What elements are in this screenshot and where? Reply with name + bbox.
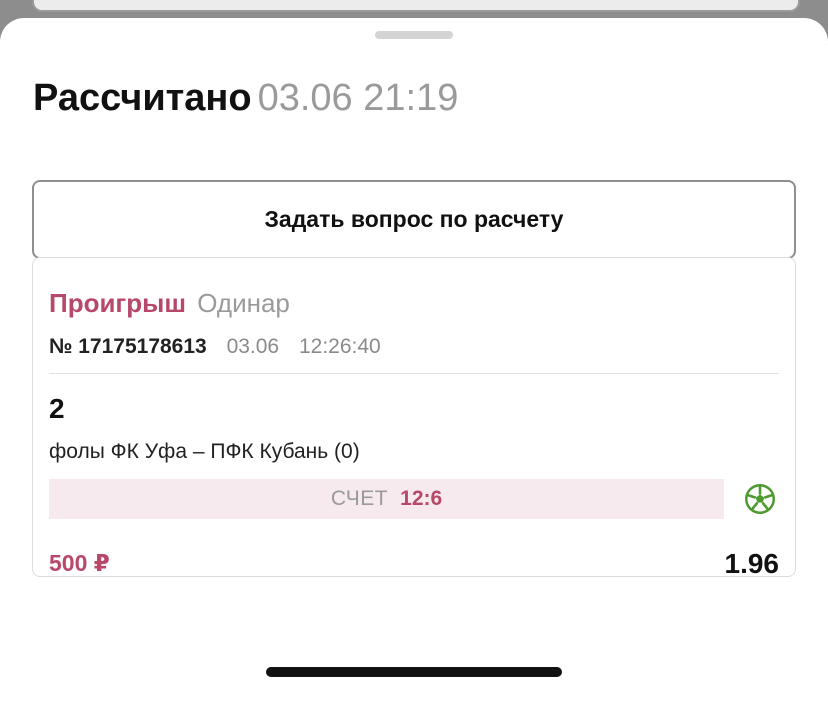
bet-odds: 1.96 xyxy=(724,548,780,579)
bet-number: № 17175178613 xyxy=(49,335,207,358)
settled-date: 03.06 21:19 xyxy=(257,77,459,119)
sheet-grabber[interactable] xyxy=(375,31,453,39)
event-name: фолы ФК Уфа – ПФК Кубань (0) xyxy=(49,440,360,463)
bet-time: 12:26:40 xyxy=(298,335,381,358)
bet-status-line: Проигрыш Одинар xyxy=(49,288,290,318)
bet-meta: № 17175178613 03.06 12:26:40 xyxy=(49,335,381,359)
page-title: Рассчитано xyxy=(33,77,252,119)
soccer-ball-icon xyxy=(745,484,775,514)
bet-type: Одинар xyxy=(197,288,290,318)
home-indicator[interactable] xyxy=(266,667,562,677)
bet-card[interactable]: Проигрыш Одинар № 17175178613 03.06 12:2… xyxy=(32,257,796,579)
score-value: 12:6 xyxy=(400,487,443,510)
score-bar: СЧЕТ 12:6 xyxy=(49,479,724,519)
bet-date: 03.06 xyxy=(226,335,280,358)
bet-status: Проигрыш xyxy=(49,288,187,318)
bet-pick: 2 xyxy=(49,393,65,424)
bet-stake: 500 ₽ xyxy=(49,550,110,576)
score-label: СЧЕТ xyxy=(330,487,389,510)
divider xyxy=(49,373,779,374)
background-card xyxy=(32,0,800,12)
ask-question-button[interactable]: Задать вопрос по расчету xyxy=(32,180,796,259)
sheet-header: Рассчитано 03.06 21:19 xyxy=(33,76,458,120)
